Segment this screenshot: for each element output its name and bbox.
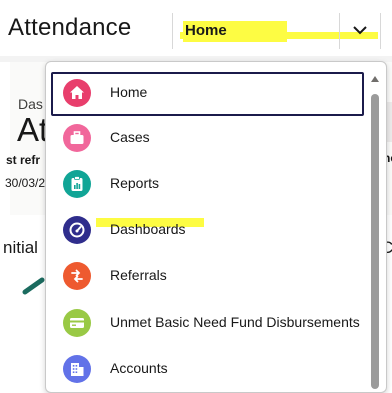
menu-item-home[interactable]: Home: [51, 72, 364, 116]
building-icon: [63, 355, 91, 383]
menu-item-dashboards[interactable]: Dashboards: [51, 209, 364, 251]
menu-item-label: Reports: [110, 175, 160, 191]
bg-page-label: Das: [18, 96, 43, 112]
menu-item-label: Cases: [110, 129, 150, 145]
scrollbar-thumb[interactable]: [371, 94, 379, 389]
menu-item-unmet-basic-need-fund-disbursements[interactable]: Unmet Basic Need Fund Disbursements: [51, 302, 364, 344]
menu-item-label: Referrals: [110, 267, 167, 283]
app-title: Attendance: [8, 14, 132, 41]
menu-item-cases[interactable]: Cases: [51, 117, 364, 159]
scroll-up-arrow-icon[interactable]: [370, 74, 380, 84]
bg-refresh-label: st refr: [6, 153, 41, 167]
menu-item-label: Accounts: [110, 360, 168, 376]
nav-dropdown-menu: Home Cases Reports Dashboards Referrals …: [45, 61, 387, 393]
clipboard-icon: [63, 170, 91, 198]
home-icon: [63, 79, 91, 107]
bg-page-title: At: [17, 111, 49, 148]
briefcase-icon: [63, 124, 91, 152]
menu-item-referrals[interactable]: Referrals: [51, 255, 364, 297]
app-header: Attendance Home: [0, 0, 392, 57]
nav-menu-button[interactable]: Home: [172, 13, 383, 49]
bg-section-title: nitial: [3, 238, 38, 257]
card-icon: [63, 309, 91, 337]
menu-item-reports[interactable]: Reports: [51, 163, 364, 205]
gauge-icon: [63, 216, 91, 244]
nav-dropdown-toggle[interactable]: [339, 13, 381, 49]
referral-arrows-icon: [63, 262, 91, 290]
nav-selected-label: Home: [183, 21, 287, 42]
chart-fragment: [22, 277, 45, 295]
chevron-down-icon: [353, 26, 367, 35]
menu-item-label: Unmet Basic Need Fund Disbursements: [110, 314, 360, 330]
menu-item-label: Home: [110, 84, 148, 100]
menu-item-accounts[interactable]: Accounts: [51, 348, 364, 390]
bg-refresh-date: 30/03/2: [5, 176, 46, 190]
menu-item-label: Dashboards: [110, 221, 186, 237]
